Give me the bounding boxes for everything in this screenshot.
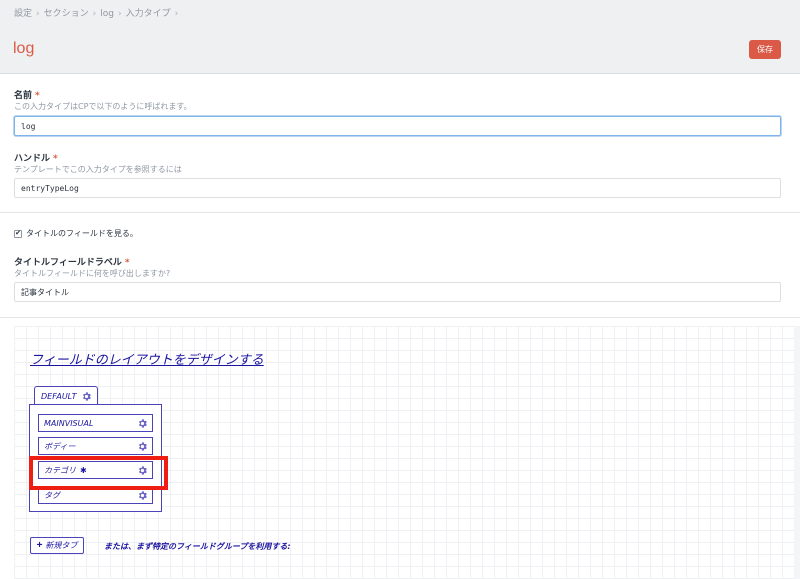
gear-icon[interactable] — [137, 441, 148, 452]
required-icon: * — [53, 154, 58, 164]
show-title-field-label[interactable]: タイトルのフィールドを見る。 — [26, 228, 138, 239]
plus-icon: + — [36, 540, 43, 551]
scrollbar[interactable] — [794, 326, 800, 579]
name-field-instructions: この入力タイプはCPで以下のように呼ばれます。 — [14, 102, 192, 111]
show-title-field-row[interactable]: ✔ タイトルのフィールドを見る。 — [14, 228, 138, 239]
breadcrumb-sections[interactable]: セクション — [44, 9, 89, 19]
gear-icon[interactable] — [137, 490, 148, 501]
layout-field-label: MAINVISUAL — [44, 418, 94, 428]
gear-icon[interactable] — [137, 418, 148, 429]
handle-input[interactable] — [14, 178, 781, 198]
required-icon: * — [35, 91, 40, 101]
name-label-text: 名前 — [14, 91, 33, 101]
breadcrumb-separator: › — [92, 9, 97, 19]
page-title: log — [13, 40, 35, 57]
show-title-field-checkbox[interactable]: ✔ — [14, 229, 22, 238]
title-label-field-label: タイトルフィールドラベル * — [14, 255, 130, 268]
title-label-text: タイトルフィールドラベル — [14, 258, 122, 268]
section-divider — [0, 317, 800, 318]
breadcrumb-settings[interactable]: 設定 — [14, 9, 32, 19]
page-header: 設定 › セクション › log › 入力タイプ › log 保存 — [0, 0, 800, 74]
required-icon: * — [124, 258, 130, 268]
name-input[interactable] — [14, 116, 781, 136]
layout-field-body[interactable]: ボディー — [38, 437, 153, 455]
handle-field-instructions: テンプレートでこの入力タイプを参照するには — [14, 165, 182, 174]
handle-field-label: ハンドル * — [14, 151, 58, 164]
field-layout-title: フィールドのレイアウトをデザインする — [30, 353, 264, 368]
breadcrumb-separator: › — [36, 9, 40, 19]
new-tab-button[interactable]: + 新規タブ — [30, 537, 84, 554]
layout-tab-default[interactable]: DEFAULT — [34, 386, 98, 405]
layout-tab-label[interactable]: DEFAULT — [41, 392, 76, 401]
breadcrumb-section-log[interactable]: log — [100, 9, 114, 19]
annotation-highlight-box — [29, 456, 168, 490]
section-divider — [0, 212, 800, 213]
name-field-label: 名前 * — [14, 88, 40, 101]
layout-field-label: ボディー — [44, 441, 76, 451]
layout-field-label: タグ — [44, 490, 60, 500]
field-group-prompt: または、まず特定のフィールドグループを利用する: — [104, 542, 291, 551]
title-label-field-instructions: タイトルフィールドに何を呼び出しますか? — [14, 269, 171, 278]
breadcrumb: 設定 › セクション › log › 入力タイプ › — [14, 6, 182, 19]
save-button[interactable]: 保存 — [749, 40, 781, 59]
layout-field-mainvisual[interactable]: MAINVISUAL — [38, 414, 153, 432]
handle-label-text: ハンドル — [14, 154, 51, 164]
new-tab-label: 新規タブ — [45, 541, 78, 550]
title-label-input[interactable] — [14, 282, 781, 302]
breadcrumb-separator: › — [174, 9, 179, 19]
breadcrumb-entry-types[interactable]: 入力タイプ — [126, 9, 171, 19]
gear-icon[interactable] — [81, 391, 92, 402]
breadcrumb-separator: › — [117, 9, 122, 19]
